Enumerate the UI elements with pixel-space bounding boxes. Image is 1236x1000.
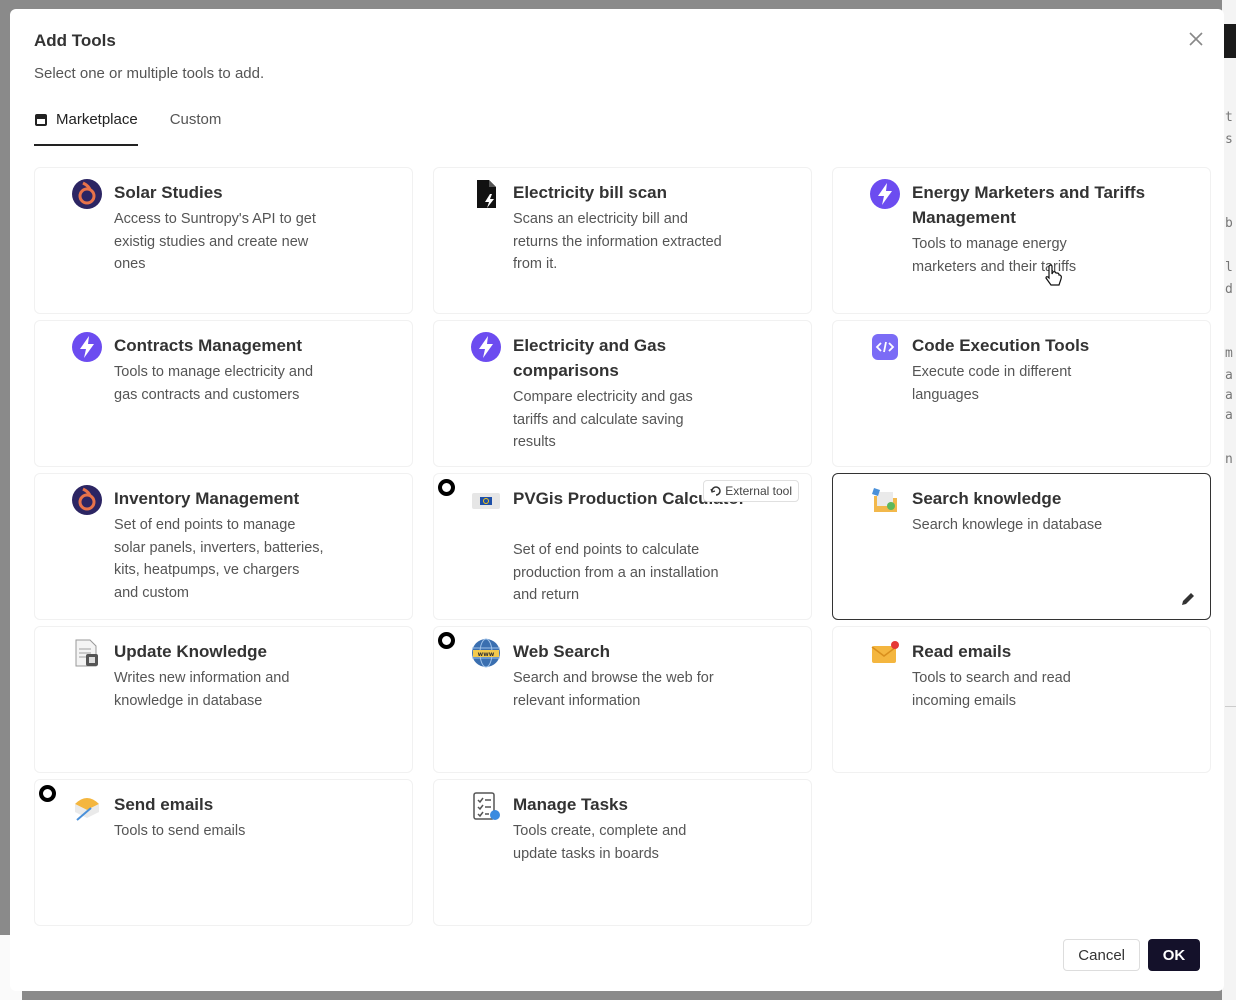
tool-title: Read emails	[912, 642, 1012, 661]
tool-card-manage-tasks[interactable]: Manage Tasks Tools create, complete and …	[433, 779, 812, 926]
tool-card-energy-marketers[interactable]: Energy Marketers and Tariffs Management …	[832, 167, 1211, 314]
background-text: t	[1225, 110, 1233, 125]
tool-title: Search knowledge	[912, 489, 1062, 508]
close-icon	[1189, 32, 1203, 46]
eu-flag-icon	[472, 493, 500, 509]
tool-card-electricity-bill-scan[interactable]: Electricity bill scan Scans an electrici…	[433, 167, 812, 314]
background-text: m	[1225, 346, 1233, 361]
background-text: a	[1225, 388, 1233, 403]
status-indicator	[39, 785, 56, 802]
tool-card-electricity-gas-comparisons[interactable]: Electricity and Gas comparisons Compare …	[433, 320, 812, 467]
background-text: a	[1225, 368, 1233, 383]
svg-text:www: www	[478, 651, 495, 658]
globe-www-icon: www	[472, 638, 500, 668]
tool-title: Electricity and Gas comparisons	[513, 336, 667, 380]
tool-card-inventory-management[interactable]: Inventory Management Set of end points t…	[34, 473, 413, 620]
ok-button[interactable]: OK	[1148, 939, 1200, 971]
tool-card-search-knowledge[interactable]: Search knowledge Search knowlege in data…	[832, 473, 1211, 620]
tool-card-web-search[interactable]: www Web Search Search and browse the web…	[433, 626, 812, 773]
background-text: a	[1225, 408, 1233, 423]
tools-grid: Solar Studies Access to Suntropy's API t…	[34, 167, 1212, 926]
document-update-icon	[75, 639, 98, 667]
add-tools-modal: Add Tools Select one or multiple tools t…	[10, 9, 1224, 991]
tool-description: Writes new information and knowledge in …	[114, 670, 290, 709]
modal-footer: Cancel OK	[1063, 939, 1200, 971]
lightning-icon	[870, 179, 900, 209]
tool-title: Solar Studies	[114, 183, 223, 202]
lightning-icon	[471, 332, 501, 362]
edit-pencil-icon[interactable]	[1180, 591, 1196, 607]
task-list-icon	[473, 792, 500, 820]
tool-title: Manage Tasks	[513, 795, 628, 814]
tool-title: Send emails	[114, 795, 214, 814]
tab-marketplace[interactable]: Marketplace	[34, 111, 138, 146]
tool-description: Search knowlege in database	[912, 517, 1103, 533]
tool-title: Contracts Management	[114, 336, 302, 355]
external-link-icon	[710, 486, 722, 496]
tool-card-update-knowledge[interactable]: Update Knowledge Writes new information …	[34, 626, 413, 773]
tab-label: Custom	[169, 111, 222, 128]
code-icon	[872, 334, 898, 360]
modal-title: Add Tools	[34, 31, 116, 50]
background-text: b	[1225, 216, 1233, 231]
tool-card-read-emails[interactable]: Read emails Tools to search and read inc…	[832, 626, 1211, 773]
hand-cursor-icon	[1045, 264, 1062, 286]
tab-bar: Marketplace Custom	[34, 111, 253, 146]
background-text: l	[1225, 260, 1233, 275]
tool-card-send-emails[interactable]: Send emails Tools to send emails	[34, 779, 413, 926]
tool-description: Access to Suntropy's API to get existig …	[114, 211, 316, 272]
cancel-button[interactable]: Cancel	[1063, 939, 1140, 971]
tool-card-pvgis-calculator[interactable]: PVGis Production Calculator Set of end p…	[433, 473, 812, 620]
suntropy-logo-icon	[72, 485, 102, 515]
tool-title: Energy Marketers and Tariffs Management	[912, 183, 1146, 227]
lightning-icon	[72, 332, 102, 362]
modal-subtitle: Select one or multiple tools to add.	[34, 65, 265, 82]
tool-card-code-execution[interactable]: Code Execution Tools Execute code in dif…	[832, 320, 1211, 467]
suntropy-logo-icon	[72, 179, 102, 209]
tool-description: Tools to manage electricity and gas cont…	[114, 364, 314, 403]
tab-custom[interactable]: Custom	[170, 111, 222, 145]
tool-description: Tools to search and read incoming emails	[912, 670, 1071, 709]
tool-description: Set of end points to manage solar panels…	[114, 517, 324, 601]
tab-label: Marketplace	[56, 111, 138, 128]
tool-description: Tools create, complete and update tasks …	[513, 823, 687, 862]
tool-title: Electricity bill scan	[513, 183, 668, 202]
background-text: n	[1225, 452, 1233, 467]
badge-label: External tool	[725, 484, 792, 498]
tool-card-solar-studies[interactable]: Solar Studies Access to Suntropy's API t…	[34, 167, 413, 314]
status-indicator	[438, 632, 455, 649]
tool-description: Tools to send emails	[114, 823, 246, 839]
bill-scan-icon	[477, 180, 496, 208]
tool-description: Tools to manage energy marketers and the…	[912, 236, 1077, 275]
close-button[interactable]	[1184, 27, 1208, 51]
tool-title: Code Execution Tools	[912, 336, 1090, 355]
tool-card-contracts-management[interactable]: Contracts Management Tools to manage ele…	[34, 320, 413, 467]
background-button	[1222, 24, 1236, 58]
folder-search-icon	[872, 488, 897, 512]
background-text: d	[1225, 282, 1233, 297]
background-text: s	[1225, 132, 1233, 147]
send-mail-icon	[75, 798, 99, 821]
tool-description: Search and browse the web for relevant i…	[513, 670, 714, 709]
status-indicator	[438, 479, 455, 496]
background-page	[1222, 0, 1236, 1000]
envelope-icon	[871, 641, 899, 663]
tool-title: Web Search	[513, 642, 611, 661]
tool-description: Execute code in different languages	[912, 364, 1072, 403]
store-icon	[35, 114, 47, 126]
external-tool-badge: External tool	[703, 480, 799, 502]
tool-description: Set of end points to calculate productio…	[513, 542, 719, 603]
background-divider	[1225, 706, 1236, 707]
tool-title: Inventory Management	[114, 489, 300, 508]
tool-description: Compare electricity and gas tariffs and …	[513, 389, 693, 450]
tool-description: Scans an electricity bill and returns th…	[513, 211, 722, 272]
tool-title: Update Knowledge	[114, 642, 268, 661]
